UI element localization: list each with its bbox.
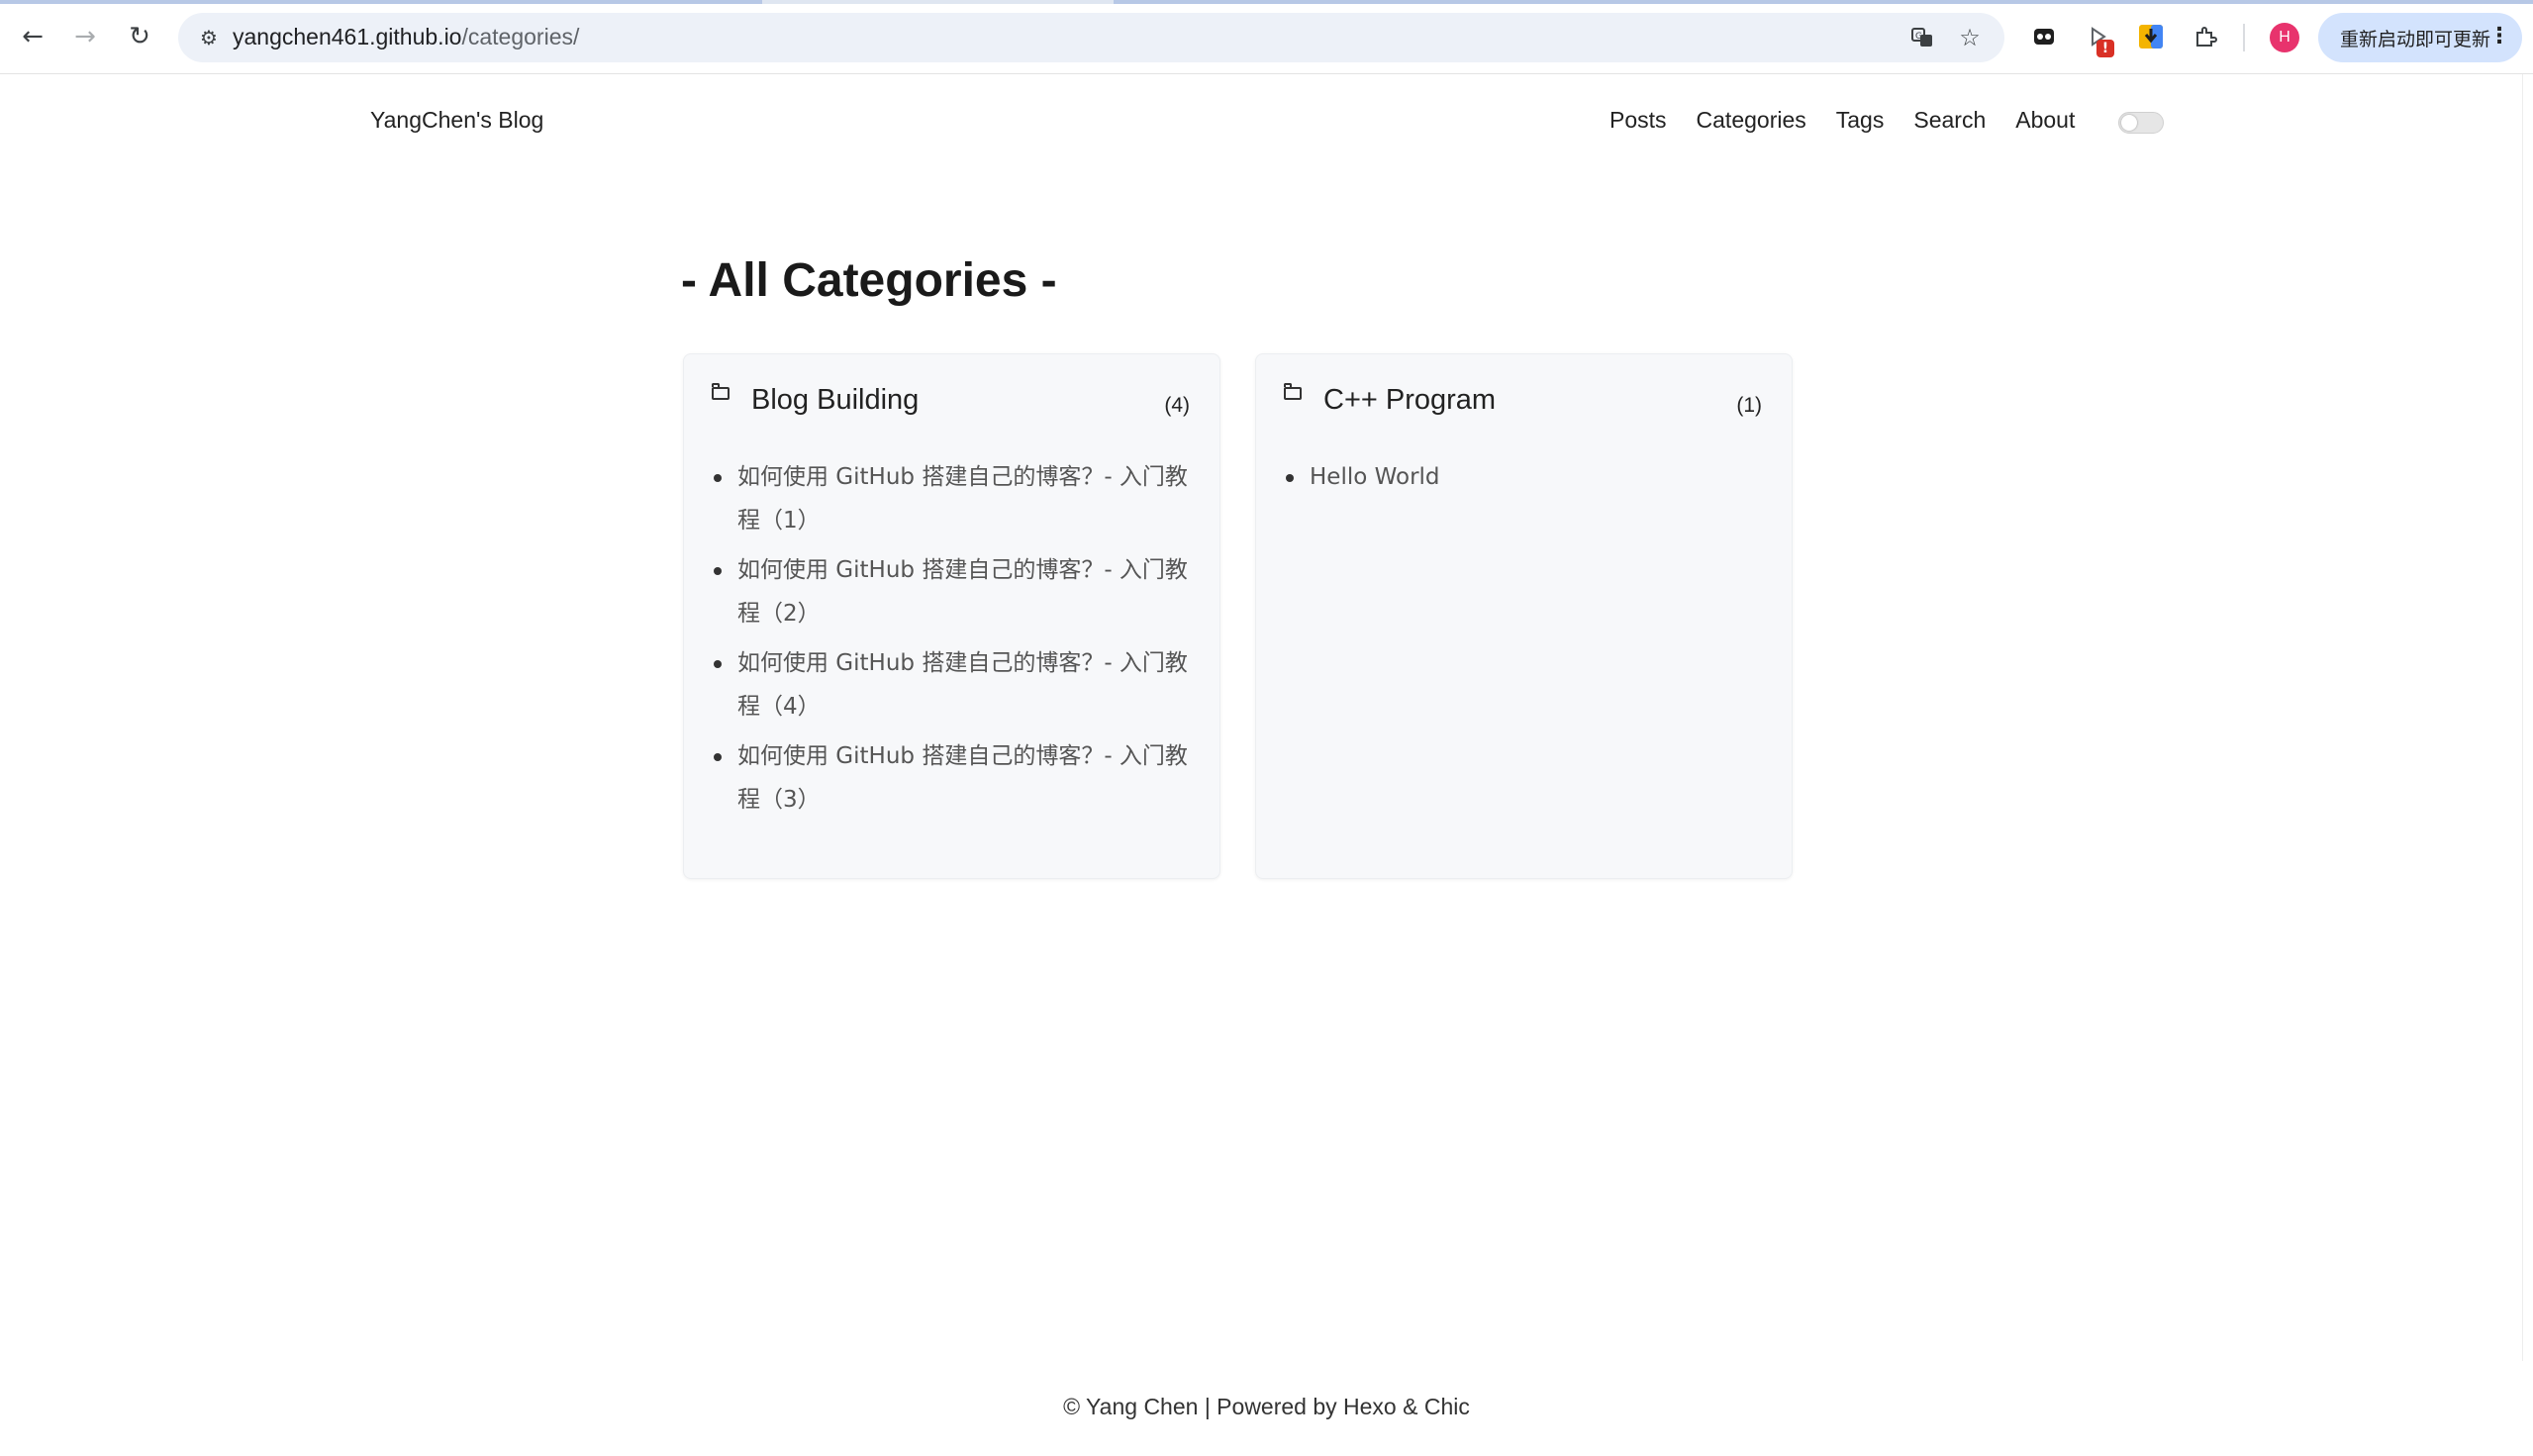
- address-bar[interactable]: ⚙ yangchen461.github.io/categories/ G ☆: [178, 13, 2004, 62]
- category-count: (1): [1736, 394, 1762, 417]
- extension-badge: !: [2096, 40, 2114, 57]
- post-list: 如何使用 GitHub 搭建自己的博客？- 入门教程（1） 如何使用 GitHu…: [714, 455, 1203, 827]
- toggle-knob: [2121, 115, 2137, 131]
- category-title[interactable]: C++ Program: [1323, 384, 1496, 417]
- kebab-menu-icon[interactable]: ⋮: [2488, 24, 2510, 49]
- puzzle-icon[interactable]: [2189, 20, 2222, 53]
- category-card: Blog Building (4) 如何使用 GitHub 搭建自己的博客？- …: [683, 353, 1220, 879]
- post-link[interactable]: 如何使用 GitHub 搭建自己的博客？- 入门教程（2）: [737, 557, 1188, 627]
- download-extension-icon[interactable]: [2134, 20, 2168, 53]
- avatar[interactable]: H: [2270, 23, 2299, 52]
- scrollbar[interactable]: [2522, 74, 2533, 1361]
- arrow-left-icon[interactable]: ←: [16, 20, 49, 53]
- nav-search[interactable]: Search: [1913, 107, 1986, 134]
- tune-icon[interactable]: ⚙: [192, 21, 226, 54]
- main-nav: Posts Categories Tags Search About: [1609, 107, 2075, 134]
- nav-posts[interactable]: Posts: [1609, 107, 1667, 134]
- nav-categories[interactable]: Categories: [1697, 107, 1806, 134]
- post-link[interactable]: 如何使用 GitHub 搭建自己的博客？- 入门教程（1）: [737, 464, 1188, 534]
- tab-strip-segment: [1114, 0, 2533, 4]
- site-title[interactable]: YangChen's Blog: [370, 107, 543, 134]
- reload-icon[interactable]: ↻: [123, 20, 156, 53]
- list-item: 如何使用 GitHub 搭建自己的博客？- 入门教程（4）: [714, 641, 1203, 728]
- nav-tags[interactable]: Tags: [1836, 107, 1885, 134]
- update-button[interactable]: 重新启动即可更新 ⋮: [2318, 13, 2522, 62]
- page-title: - All Categories -: [681, 254, 1057, 307]
- category-title[interactable]: Blog Building: [751, 384, 919, 417]
- category-count: (4): [1164, 394, 1190, 417]
- url-text[interactable]: yangchen461.github.io/categories/: [233, 24, 579, 50]
- folder-icon: [712, 383, 730, 400]
- tab-strip-segment: [0, 0, 762, 4]
- browser-toolbar: ← → ↻ ⚙ yangchen461.github.io/categories…: [0, 0, 2533, 74]
- dark-mode-toggle[interactable]: [2118, 112, 2164, 134]
- translate-icon[interactable]: G: [1905, 21, 1939, 54]
- url-path: /categories/: [461, 24, 580, 49]
- list-item: 如何使用 GitHub 搭建自己的博客？- 入门教程（3）: [714, 734, 1203, 822]
- list-item: 如何使用 GitHub 搭建自己的博客？- 入门教程（1）: [714, 455, 1203, 542]
- arrow-right-icon[interactable]: →: [68, 20, 102, 53]
- nav-about[interactable]: About: [2015, 107, 2075, 134]
- folder-icon: [1284, 383, 1302, 400]
- list-item: Hello World: [1286, 455, 1775, 499]
- toolbar-divider: [2243, 24, 2245, 51]
- extension-icon[interactable]: [2027, 20, 2061, 53]
- svg-text:G: G: [1915, 32, 1922, 42]
- list-item: 如何使用 GitHub 搭建自己的博客？- 入门教程（2）: [714, 548, 1203, 635]
- star-icon[interactable]: ☆: [1953, 21, 1987, 54]
- post-link[interactable]: 如何使用 GitHub 搭建自己的博客？- 入门教程（3）: [737, 743, 1188, 813]
- url-host: yangchen461.github.io: [233, 24, 462, 49]
- category-card: C++ Program (1) Hello World: [1255, 353, 1793, 879]
- post-list: Hello World: [1286, 455, 1775, 505]
- post-link[interactable]: 如何使用 GitHub 搭建自己的博客？- 入门教程（4）: [737, 650, 1188, 720]
- post-link[interactable]: Hello World: [1310, 464, 1440, 490]
- update-button-label: 重新启动即可更新: [2340, 28, 2491, 50]
- footer: © Yang Chen | Powered by Hexo & Chic: [1063, 1394, 1470, 1419]
- tab-strip-edge: [0, 0, 2533, 4]
